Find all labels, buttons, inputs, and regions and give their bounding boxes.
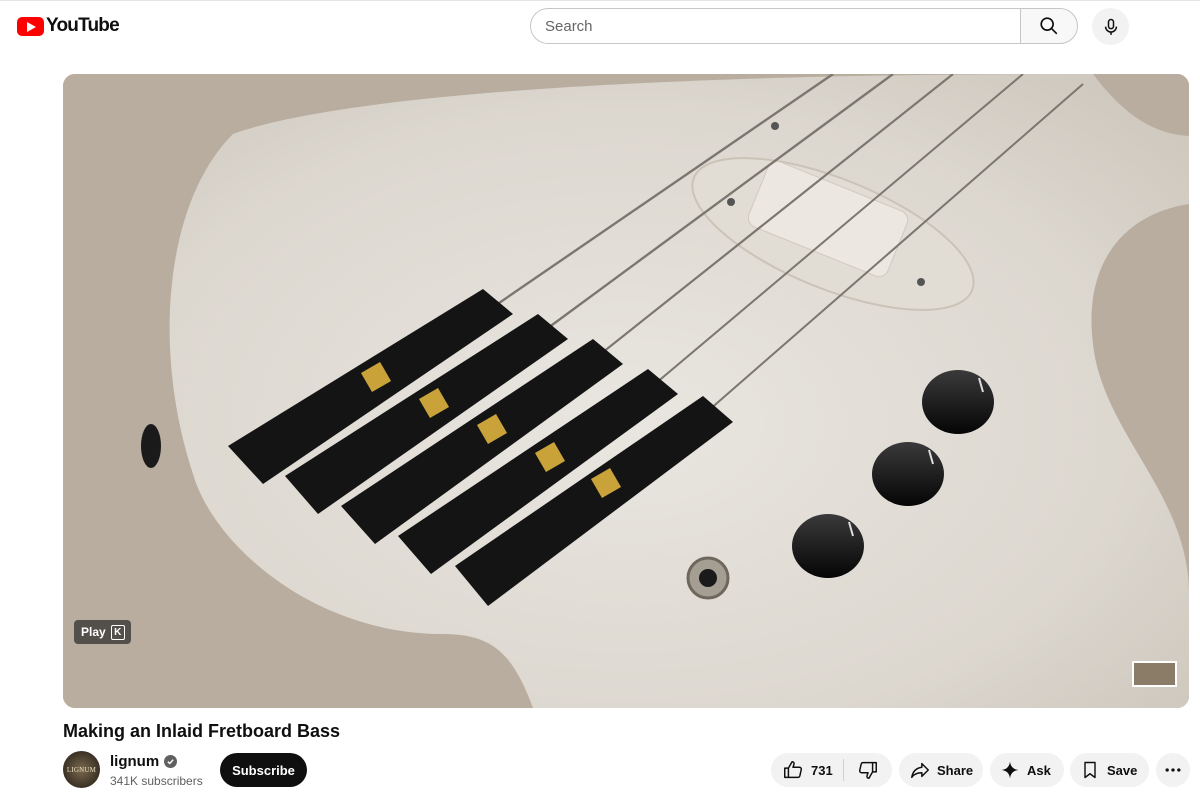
channel-watermark[interactable] xyxy=(1132,661,1177,687)
youtube-logo[interactable]: YouTube xyxy=(17,15,120,37)
save-button[interactable]: Save xyxy=(1070,753,1149,787)
play-shortcut-key: K xyxy=(110,624,125,640)
microphone-icon xyxy=(1104,18,1117,35)
more-icon xyxy=(1165,768,1181,772)
search-bar xyxy=(530,8,1078,44)
video-title: Making an Inlaid Fretboard Bass xyxy=(63,721,341,741)
search-button[interactable] xyxy=(1020,8,1078,44)
channel-name-row: lignum xyxy=(110,753,178,770)
youtube-logo-icon xyxy=(17,16,44,36)
video-player[interactable]: Play K xyxy=(63,74,1189,708)
like-button[interactable]: 731 xyxy=(771,753,843,787)
search-icon xyxy=(1040,17,1058,35)
play-label: Play xyxy=(81,625,106,639)
bookmark-icon xyxy=(1084,761,1096,779)
like-dislike-group: 731 xyxy=(771,753,892,787)
top-border xyxy=(0,0,1200,1)
like-count: 731 xyxy=(811,762,833,778)
share-button[interactable]: Share xyxy=(899,753,983,787)
sparkle-icon xyxy=(1001,761,1019,779)
channel-avatar[interactable]: LIGNUM xyxy=(63,751,100,788)
thumbs-up-icon xyxy=(784,761,803,779)
voice-search-button[interactable] xyxy=(1092,8,1129,45)
share-icon xyxy=(911,762,929,779)
avatar-logo-text: LIGNUM xyxy=(66,765,97,774)
share-label: Share xyxy=(937,762,974,778)
channel-name[interactable]: lignum xyxy=(110,753,159,770)
dislike-button[interactable] xyxy=(844,753,892,787)
logo-text: YouTube xyxy=(46,15,120,36)
ask-label: Ask xyxy=(1027,762,1051,778)
more-actions-button[interactable] xyxy=(1156,753,1190,787)
ask-button[interactable]: Ask xyxy=(990,753,1064,787)
save-label: Save xyxy=(1107,762,1138,778)
play-tooltip: Play K xyxy=(74,620,131,644)
masthead: YouTube xyxy=(0,0,1200,56)
video-frame xyxy=(63,74,1189,708)
search-input[interactable] xyxy=(530,8,1020,44)
verified-icon xyxy=(164,755,178,768)
thumbs-down-icon xyxy=(858,761,877,779)
subscriber-count: 341K subscribers xyxy=(110,774,203,788)
subscribe-button[interactable]: Subscribe xyxy=(220,753,307,787)
